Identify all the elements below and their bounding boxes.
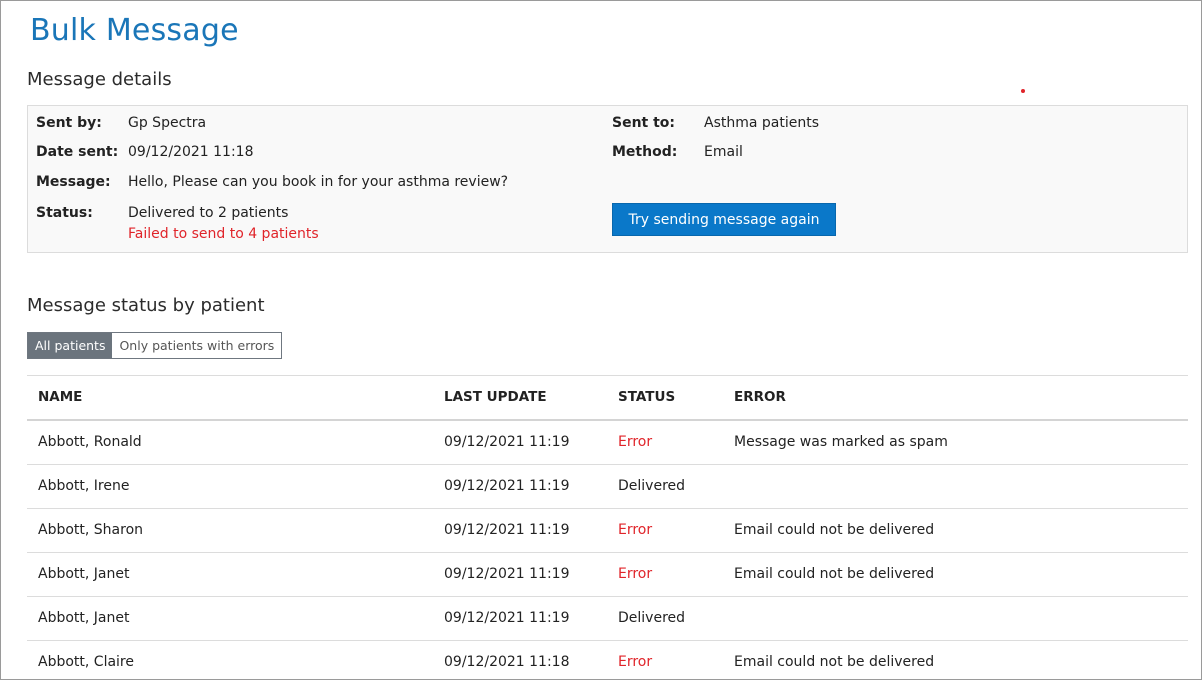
sent-by-value: Gp Spectra xyxy=(128,115,207,131)
cell-status: Error xyxy=(618,434,653,450)
page-title: Bulk Message xyxy=(30,13,239,48)
cell-name: Abbott, Irene xyxy=(38,478,130,494)
cell-last-update: 09/12/2021 11:19 xyxy=(444,434,570,450)
cell-status: Error xyxy=(618,522,653,538)
message-label: Message: xyxy=(36,174,111,190)
sent-by-label: Sent by: xyxy=(36,115,102,131)
cell-error: Email could not be delivered xyxy=(734,522,935,538)
cell-name: Abbott, Sharon xyxy=(38,522,144,538)
cell-error: Email could not be delivered xyxy=(734,654,935,670)
date-sent-value: 09/12/2021 11:18 xyxy=(128,144,254,160)
filter-errors-only[interactable]: Only patients with errors xyxy=(112,333,282,358)
status-by-patient-heading: Message status by patient xyxy=(27,295,265,316)
cell-name: Abbott, Claire xyxy=(38,654,134,670)
cell-last-update: 09/12/2021 11:19 xyxy=(444,522,570,538)
status-delivered: Delivered to 2 patients xyxy=(128,205,289,221)
header-last-update: LAST UPDATE xyxy=(444,389,547,405)
cell-status: Delivered xyxy=(618,610,686,626)
patient-status-table: NAME LAST UPDATE STATUS ERROR Abbott, Ro… xyxy=(27,375,1188,679)
cell-last-update: 09/12/2021 11:19 xyxy=(444,478,570,494)
cell-error: Email could not be delivered xyxy=(734,566,935,582)
status-failed: Failed to send to 4 patients xyxy=(128,226,319,242)
cell-name: Abbott, Janet xyxy=(38,566,130,582)
cell-name: Abbott, Ronald xyxy=(38,434,142,450)
cell-status: Error xyxy=(618,566,653,582)
table-row: Abbott, Ronald 09/12/2021 11:19 Error Me… xyxy=(27,421,1188,465)
filter-all-patients[interactable]: All patients xyxy=(28,333,113,358)
message-value: Hello, Please can you book in for your a… xyxy=(128,174,509,190)
header-name: NAME xyxy=(38,389,83,405)
bulk-message-page: Bulk Message Message details Sent by: Gp… xyxy=(0,0,1202,680)
status-label: Status: xyxy=(36,205,93,221)
message-details-heading: Message details xyxy=(27,69,172,90)
sent-to-label: Sent to: xyxy=(612,115,676,131)
patient-filter-toggle: All patients Only patients with errors xyxy=(27,332,283,359)
table-header: NAME LAST UPDATE STATUS ERROR xyxy=(27,376,1188,421)
table-row: Abbott, Janet 09/12/2021 11:19 Delivered xyxy=(27,597,1188,641)
table-row: Abbott, Sharon 09/12/2021 11:19 Error Em… xyxy=(27,509,1188,553)
cell-last-update: 09/12/2021 11:18 xyxy=(444,654,570,670)
cell-last-update: 09/12/2021 11:19 xyxy=(444,566,570,582)
retry-send-button[interactable]: Try sending message again xyxy=(612,203,836,236)
cursor-dot xyxy=(1021,89,1025,93)
table-row: Abbott, Claire 09/12/2021 11:18 Error Em… xyxy=(27,641,1188,679)
header-status: STATUS xyxy=(618,389,676,405)
header-error: ERROR xyxy=(734,389,786,405)
date-sent-label: Date sent: xyxy=(36,144,119,160)
cell-status: Error xyxy=(618,654,653,670)
method-value: Email xyxy=(704,144,743,160)
cell-last-update: 09/12/2021 11:19 xyxy=(444,610,570,626)
message-details-panel: Sent by: Gp Spectra Date sent: 09/12/202… xyxy=(27,105,1188,253)
table-row: Abbott, Irene 09/12/2021 11:19 Delivered xyxy=(27,465,1188,509)
sent-to-value: Asthma patients xyxy=(704,115,820,131)
cell-status: Delivered xyxy=(618,478,686,494)
cell-name: Abbott, Janet xyxy=(38,610,130,626)
cell-error: Message was marked as spam xyxy=(734,434,948,450)
method-label: Method: xyxy=(612,144,678,160)
table-row: Abbott, Janet 09/12/2021 11:19 Error Ema… xyxy=(27,553,1188,597)
